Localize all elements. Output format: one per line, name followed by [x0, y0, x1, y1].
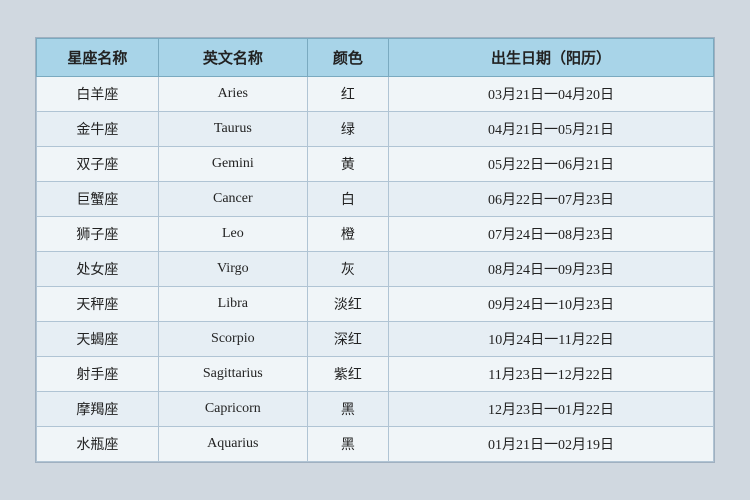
cell-date: 10月24日一11月22日: [389, 322, 714, 357]
cell-chinese: 白羊座: [37, 77, 159, 112]
cell-english: Libra: [158, 287, 307, 322]
cell-color: 灰: [307, 252, 388, 287]
cell-english: Gemini: [158, 147, 307, 182]
cell-date: 07月24日一08月23日: [389, 217, 714, 252]
cell-color: 绿: [307, 112, 388, 147]
table-row: 水瓶座Aquarius黑01月21日一02月19日: [37, 427, 714, 462]
cell-chinese: 巨蟹座: [37, 182, 159, 217]
cell-date: 09月24日一10月23日: [389, 287, 714, 322]
cell-color: 黄: [307, 147, 388, 182]
cell-color: 淡红: [307, 287, 388, 322]
cell-chinese: 水瓶座: [37, 427, 159, 462]
cell-chinese: 天蝎座: [37, 322, 159, 357]
cell-english: Scorpio: [158, 322, 307, 357]
cell-chinese: 摩羯座: [37, 392, 159, 427]
table-row: 射手座Sagittarius紫红11月23日一12月22日: [37, 357, 714, 392]
table-row: 巨蟹座Cancer白06月22日一07月23日: [37, 182, 714, 217]
cell-chinese: 射手座: [37, 357, 159, 392]
zodiac-table-container: 星座名称 英文名称 颜色 出生日期（阳历） 白羊座Aries红03月21日一04…: [35, 37, 715, 463]
header-chinese: 星座名称: [37, 39, 159, 77]
cell-color: 紫红: [307, 357, 388, 392]
table-row: 白羊座Aries红03月21日一04月20日: [37, 77, 714, 112]
cell-english: Taurus: [158, 112, 307, 147]
cell-color: 白: [307, 182, 388, 217]
cell-english: Cancer: [158, 182, 307, 217]
header-date: 出生日期（阳历）: [389, 39, 714, 77]
table-header-row: 星座名称 英文名称 颜色 出生日期（阳历）: [37, 39, 714, 77]
cell-english: Aries: [158, 77, 307, 112]
cell-date: 11月23日一12月22日: [389, 357, 714, 392]
cell-english: Sagittarius: [158, 357, 307, 392]
table-row: 金牛座Taurus绿04月21日一05月21日: [37, 112, 714, 147]
cell-date: 08月24日一09月23日: [389, 252, 714, 287]
table-row: 摩羯座Capricorn黑12月23日一01月22日: [37, 392, 714, 427]
cell-date: 04月21日一05月21日: [389, 112, 714, 147]
cell-english: Leo: [158, 217, 307, 252]
cell-color: 黑: [307, 392, 388, 427]
table-row: 双子座Gemini黄05月22日一06月21日: [37, 147, 714, 182]
cell-chinese: 金牛座: [37, 112, 159, 147]
cell-english: Capricorn: [158, 392, 307, 427]
cell-chinese: 狮子座: [37, 217, 159, 252]
cell-chinese: 双子座: [37, 147, 159, 182]
cell-date: 01月21日一02月19日: [389, 427, 714, 462]
cell-chinese: 处女座: [37, 252, 159, 287]
table-row: 天秤座Libra淡红09月24日一10月23日: [37, 287, 714, 322]
cell-english: Virgo: [158, 252, 307, 287]
table-row: 天蝎座Scorpio深红10月24日一11月22日: [37, 322, 714, 357]
cell-color: 橙: [307, 217, 388, 252]
cell-date: 06月22日一07月23日: [389, 182, 714, 217]
cell-english: Aquarius: [158, 427, 307, 462]
header-color: 颜色: [307, 39, 388, 77]
zodiac-table: 星座名称 英文名称 颜色 出生日期（阳历） 白羊座Aries红03月21日一04…: [36, 38, 714, 462]
cell-chinese: 天秤座: [37, 287, 159, 322]
cell-color: 深红: [307, 322, 388, 357]
cell-date: 12月23日一01月22日: [389, 392, 714, 427]
table-row: 狮子座Leo橙07月24日一08月23日: [37, 217, 714, 252]
table-row: 处女座Virgo灰08月24日一09月23日: [37, 252, 714, 287]
cell-date: 03月21日一04月20日: [389, 77, 714, 112]
cell-date: 05月22日一06月21日: [389, 147, 714, 182]
cell-color: 红: [307, 77, 388, 112]
header-english: 英文名称: [158, 39, 307, 77]
table-body: 白羊座Aries红03月21日一04月20日金牛座Taurus绿04月21日一0…: [37, 77, 714, 462]
cell-color: 黑: [307, 427, 388, 462]
